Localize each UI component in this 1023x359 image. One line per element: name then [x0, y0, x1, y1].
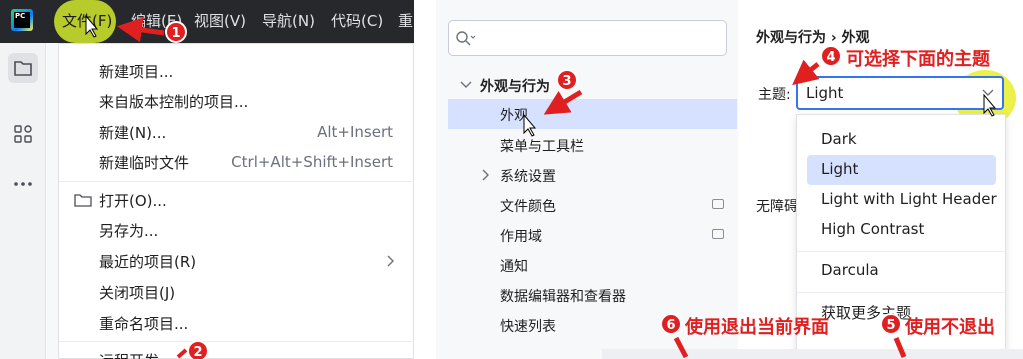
annotation-ok-exit: 使用退出当前界面 — [685, 317, 829, 338]
arrow-2 — [176, 348, 188, 359]
arrow-6 — [673, 336, 689, 359]
step-badge-5: 5 — [880, 313, 902, 335]
annotation-choose-theme: 可选择下面的主题 — [846, 49, 990, 70]
step-badge-2: 2 — [187, 340, 209, 359]
step-badge-1: 1 — [165, 21, 187, 43]
step-badge-4: 4 — [820, 45, 842, 67]
arrow-5 — [893, 337, 907, 358]
cursor-icon — [983, 93, 997, 117]
step-badge-6: 6 — [660, 313, 682, 335]
arrow-4 — [792, 59, 820, 86]
cursor-icon — [85, 14, 99, 38]
annotation-apply: 使用不退出 — [905, 317, 995, 338]
cursor-icon — [523, 113, 537, 137]
arrow-3 — [543, 89, 583, 115]
step-badge-3: 3 — [556, 69, 578, 91]
arrow-1 — [117, 17, 165, 43]
